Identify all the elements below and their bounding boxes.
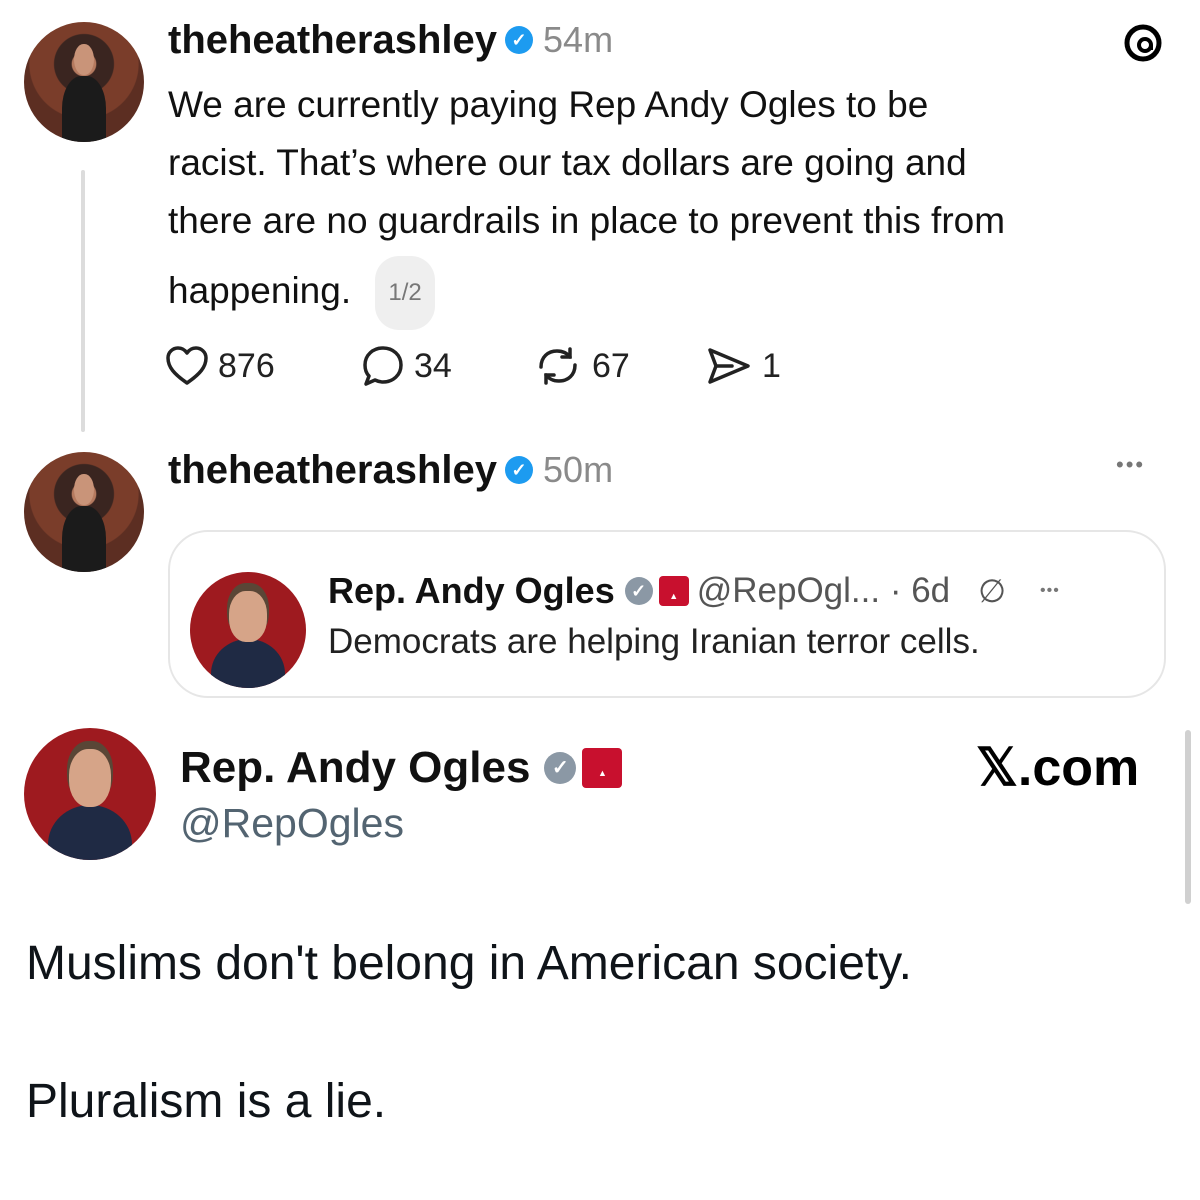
- scrollbar[interactable]: [1185, 730, 1191, 904]
- share-button[interactable]: 1: [704, 340, 824, 392]
- avatar[interactable]: [24, 452, 144, 572]
- timestamp: 54m: [543, 19, 614, 60]
- quoted-avatar[interactable]: [190, 572, 306, 688]
- repost-icon: [539, 347, 577, 385]
- quoted-more-button[interactable]: •••: [1040, 582, 1060, 600]
- post-text-line: there are no guardrails in place to prev…: [168, 200, 1006, 241]
- reply-button[interactable]: 34: [360, 340, 532, 392]
- repost-button[interactable]: 67: [532, 340, 704, 392]
- post-text: We are currently paying Rep Andy Ogles t…: [168, 76, 1168, 330]
- tweet-body-line: Pluralism is a lie.: [26, 1075, 387, 1128]
- verified-badge-icon: ✓: [544, 752, 577, 784]
- gop-affiliation-icon: ▲: [658, 576, 689, 606]
- post-header: theheatherashley ✓ 54m: [168, 14, 613, 66]
- repost-count: 67: [592, 346, 630, 385]
- tweet-handle[interactable]: @RepOgles: [180, 800, 404, 847]
- action-bar: 876 34 67 1: [164, 340, 824, 392]
- like-button[interactable]: 876: [164, 340, 360, 392]
- quoted-handle-time: @RepOgl... · 6d: [696, 571, 951, 610]
- reply-count: 34: [414, 346, 452, 385]
- translate-icon[interactable]: ∅: [978, 572, 1006, 610]
- verified-badge-icon: ✓: [505, 26, 534, 54]
- verified-badge-icon: ✓: [624, 577, 653, 605]
- username[interactable]: theheatherashley: [168, 448, 497, 493]
- timestamp: 50m: [543, 449, 614, 490]
- avatar[interactable]: [24, 22, 144, 142]
- post-text-line: We are currently paying Rep Andy Ogles t…: [168, 84, 929, 125]
- tweet-header: Rep. Andy Ogles ✓ ▲: [180, 742, 623, 794]
- verified-badge-icon: ✓: [505, 456, 534, 484]
- reply-icon: [363, 346, 403, 386]
- quoted-post-card[interactable]: [168, 530, 1166, 698]
- tweet-body-line: Muslims don't belong in American society…: [26, 937, 913, 990]
- more-options-button[interactable]: •••: [1116, 452, 1145, 478]
- like-count: 876: [218, 346, 275, 385]
- quoted-author-name[interactable]: Rep. Andy Ogles: [328, 570, 615, 612]
- x-brand-label: 𝕏.com: [976, 739, 1140, 797]
- post-text-line: racist. That’s where our tax dollars are…: [168, 142, 967, 183]
- post-header: theheatherashley ✓ 50m: [168, 444, 613, 496]
- quoted-header: Rep. Andy Ogles ✓ ▲ @RepOgl... · 6d ∅ ••…: [328, 568, 1060, 614]
- heart-icon: [166, 346, 208, 385]
- tweet-avatar[interactable]: [24, 728, 156, 860]
- threads-logo-icon[interactable]: [1120, 20, 1166, 66]
- quoted-text: Democrats are helping Iranian terror cel…: [328, 622, 980, 661]
- post-text-line: happening.: [168, 269, 352, 311]
- gop-affiliation-icon: ▲: [582, 748, 623, 788]
- tweet-author-name[interactable]: Rep. Andy Ogles: [180, 743, 530, 793]
- thread-counter-badge: 1/2: [375, 256, 435, 330]
- username[interactable]: theheatherashley: [168, 18, 497, 63]
- share-count: 1: [762, 346, 781, 385]
- thread-connector-line: [81, 170, 85, 432]
- send-icon: [708, 348, 750, 384]
